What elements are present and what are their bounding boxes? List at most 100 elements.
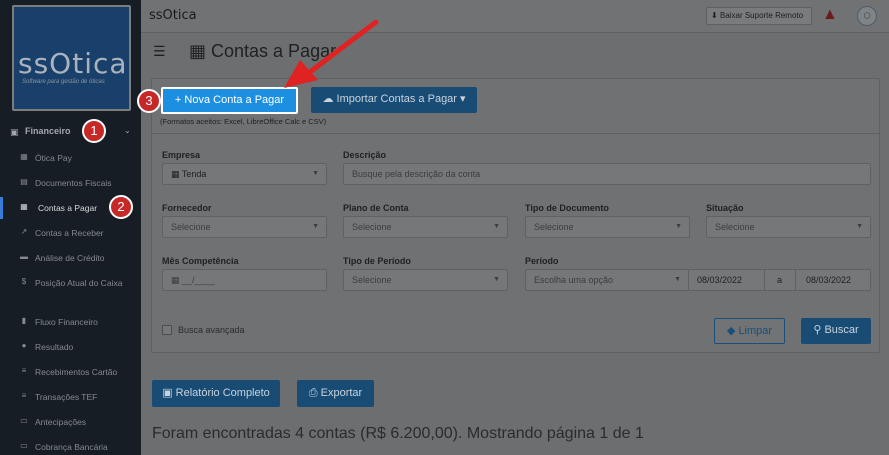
topbar: ssOtica ⬇ Baixar Suporte Remoto ▲ ◯ bbox=[141, 0, 889, 33]
sidebar-item-label: Análise de Crédito bbox=[35, 253, 105, 263]
plus-icon: + bbox=[174, 94, 185, 106]
plano-conta-value: Selecione bbox=[352, 222, 392, 232]
dollar-icon: $ bbox=[21, 277, 27, 286]
file-icon: ▣ bbox=[162, 387, 176, 399]
descricao-placeholder: Busque pela descrição da conta bbox=[352, 169, 481, 179]
plano-conta-label: Plano de Conta bbox=[343, 203, 409, 213]
situacao-label: Situação bbox=[706, 203, 744, 213]
periodo-to-input[interactable]: 08/03/2022 bbox=[795, 269, 871, 291]
calendar-icon: ▦ bbox=[171, 275, 183, 285]
bar-chart-icon: ▮ bbox=[21, 316, 27, 325]
caret-down-icon: ▼ bbox=[674, 276, 681, 283]
tipo-periodo-value: Selecione bbox=[352, 275, 392, 285]
caret-down-icon: ▼ bbox=[493, 223, 500, 230]
brand-logo[interactable]: ssOtica bbox=[149, 8, 197, 23]
empresa-value: Tenda bbox=[181, 169, 207, 179]
periodo-to-value: 08/03/2022 bbox=[806, 275, 852, 285]
full-report-button[interactable]: ▣ Relatório Completo bbox=[152, 380, 280, 407]
situacao-value: Selecione bbox=[715, 222, 755, 232]
sidebar-item-label: Fluxo Financeiro bbox=[35, 317, 98, 327]
descricao-label: Descrição bbox=[343, 150, 387, 160]
export-button[interactable]: ⎙ Exportar bbox=[297, 380, 374, 407]
list-icon: ≡ bbox=[21, 391, 27, 400]
formats-note: (Formatos aceitos: Excel, LibreOffice Ca… bbox=[160, 117, 327, 126]
calculator-icon: ▦ bbox=[20, 202, 28, 211]
periodo-select[interactable]: Escolha uma opção ▼ bbox=[525, 269, 689, 291]
list-icon: ≡ bbox=[21, 366, 27, 375]
logo[interactable]: ssOtica Software para gestão de óticas bbox=[12, 5, 131, 111]
logo-text: ssOtica bbox=[18, 47, 128, 80]
fornecedor-value: Selecione bbox=[171, 222, 211, 232]
sidebar-item-label: Transações TEF bbox=[35, 392, 98, 402]
id-card-icon: ▬ bbox=[20, 252, 28, 261]
periodo-label: Período bbox=[525, 256, 559, 266]
caret-down-icon: ▼ bbox=[312, 170, 319, 177]
sidebar-item-label: Ótica Pay bbox=[35, 153, 72, 163]
clear-button[interactable]: ◆ Limpar bbox=[714, 318, 785, 344]
card-icon: ▭ bbox=[20, 416, 28, 425]
card-icon: ▭ bbox=[20, 441, 28, 450]
export-label: Exportar bbox=[320, 387, 363, 399]
chart-line-icon: ↗ bbox=[20, 227, 28, 236]
calculator-icon: ▦ bbox=[189, 41, 212, 61]
sidebar-item-label: Contas a Receber bbox=[35, 228, 104, 238]
search-icon: ⚲ bbox=[813, 324, 825, 336]
caret-down-icon: ▼ bbox=[312, 223, 319, 230]
download-support-button[interactable]: ⬇ Baixar Suporte Remoto bbox=[706, 7, 812, 25]
support-label: Baixar Suporte Remoto bbox=[719, 11, 804, 20]
step-badge-2: 2 bbox=[109, 195, 133, 219]
download-icon: ⬇ bbox=[711, 11, 720, 20]
step-badge-3: 3 bbox=[137, 89, 161, 113]
periodo-from-input[interactable]: 08/03/2022 bbox=[688, 269, 765, 291]
sidebar-section-financeiro[interactable]: ▣ Financeiro ⌄ bbox=[0, 122, 141, 142]
pointer-arrow-icon bbox=[284, 20, 379, 88]
caret-down-icon: ▼ bbox=[493, 276, 500, 283]
empresa-select[interactable]: ▦ Tenda ▼ bbox=[162, 163, 327, 185]
periodo-separator: a bbox=[764, 269, 796, 291]
caret-down-icon: ▾ bbox=[456, 93, 466, 105]
eraser-icon: ◆ bbox=[726, 325, 739, 337]
notification-icon[interactable]: ▲ bbox=[822, 6, 844, 26]
chevron-down-icon: ⌄ bbox=[124, 126, 131, 135]
menu-toggle-icon[interactable]: ☰ bbox=[153, 43, 166, 60]
sidebar-item-label: Documentos Fiscais bbox=[35, 178, 112, 188]
search-button[interactable]: ⚲ Buscar bbox=[801, 318, 871, 344]
sidebar-item-label: Antecipações bbox=[35, 417, 87, 427]
printer-icon: ⎙ bbox=[308, 387, 321, 399]
clear-label: Limpar bbox=[738, 325, 773, 337]
fornecedor-select[interactable]: Selecione ▼ bbox=[162, 216, 327, 238]
document-icon: ▤ bbox=[20, 177, 28, 186]
sidebar: ssOtica Software para gestão de óticas ▣… bbox=[0, 0, 141, 455]
sidebar-item-label: Posição Atual do Caixa bbox=[35, 278, 123, 288]
periodo-from-value: 08/03/2022 bbox=[697, 275, 743, 285]
plano-conta-select[interactable]: Selecione ▼ bbox=[343, 216, 508, 238]
pie-chart-icon: ● bbox=[21, 341, 27, 350]
advanced-search-label: Busca avançada bbox=[178, 325, 245, 335]
full-report-label: Relatório Completo bbox=[175, 387, 270, 399]
advanced-search-checkbox[interactable] bbox=[162, 325, 172, 335]
building-icon: ▦ bbox=[20, 152, 28, 161]
empresa-label: Empresa bbox=[162, 150, 201, 160]
search-label: Buscar bbox=[824, 324, 859, 336]
periodo-sep-text: a bbox=[777, 275, 783, 285]
results-summary: Foram encontradas 4 contas (R$ 6.200,00)… bbox=[152, 425, 644, 442]
tipo-periodo-label: Tipo de Período bbox=[343, 256, 411, 266]
tipo-periodo-select[interactable]: Selecione ▼ bbox=[343, 269, 508, 291]
descricao-input[interactable]: Busque pela descrição da conta bbox=[343, 163, 871, 185]
building-icon: ▦ bbox=[171, 169, 182, 179]
caret-down-icon: ▼ bbox=[856, 223, 863, 230]
fornecedor-label: Fornecedor bbox=[162, 203, 212, 213]
tipo-documento-value: Selecione bbox=[534, 222, 574, 232]
tipo-documento-label: Tipo de Documento bbox=[525, 203, 609, 213]
step-badge-1: 1 bbox=[82, 119, 106, 143]
mes-competencia-input[interactable]: ▦ __/____ bbox=[162, 269, 327, 291]
avatar[interactable]: ◯ bbox=[857, 6, 877, 26]
sidebar-section-label: Financeiro bbox=[25, 126, 71, 136]
situacao-select[interactable]: Selecione ▼ bbox=[706, 216, 871, 238]
mes-competencia-value: __/____ bbox=[182, 275, 215, 285]
periodo-value: Escolha uma opção bbox=[534, 275, 614, 285]
sidebar-item-label: Resultado bbox=[35, 342, 74, 352]
page-header: ☰ ▦ Contas a Pagar bbox=[141, 34, 889, 70]
tipo-documento-select[interactable]: Selecione ▼ bbox=[525, 216, 690, 238]
active-indicator bbox=[0, 197, 3, 219]
